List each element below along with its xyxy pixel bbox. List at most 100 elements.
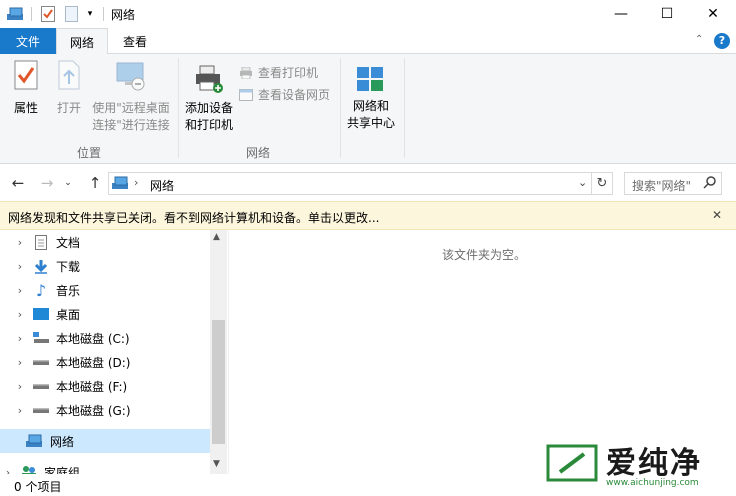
open-icon [57, 60, 86, 93]
expand-chevron-icon[interactable]: › [14, 284, 26, 297]
nav-item-homegroup[interactable]: › 家庭组 [0, 460, 210, 474]
maximize-button[interactable]: ☐ [644, 0, 690, 28]
webpage-small-icon [239, 88, 253, 101]
scroll-up-icon[interactable]: ▲ [213, 232, 220, 242]
drive-icon [32, 378, 50, 394]
nav-item-documents[interactable]: › 文档 [0, 230, 210, 254]
search-input[interactable]: 搜索"网络" [624, 172, 722, 195]
refresh-icon[interactable]: ↻ [591, 172, 613, 195]
group-separator [178, 58, 179, 158]
item-count: 0 个项目 [14, 480, 62, 494]
add-device-button[interactable]: 添加设备 和打印机 [182, 64, 236, 132]
watermark-brand: 爱纯净 [606, 446, 702, 481]
nav-item-label: 本地磁盘 (D:) [56, 355, 131, 370]
expand-chevron-icon[interactable]: › [2, 466, 14, 475]
nav-item-label: 家庭组 [44, 465, 81, 475]
address-bar[interactable]: › 网络 ⌄ [108, 172, 613, 195]
properties-button[interactable]: 属性 [8, 60, 44, 115]
remote-desktop-label-line1: 使用"远程桌面 [92, 101, 170, 115]
sharing-center-button[interactable]: 网络和 共享中心 [343, 66, 399, 130]
view-printers-button[interactable]: 查看打印机 [239, 64, 318, 81]
breadcrumb-network[interactable]: 网络 [150, 177, 174, 194]
address-row: ← → ⌄ ↑ › 网络 ⌄ ↻ 搜索"网络" [0, 165, 736, 201]
nav-scrollbar[interactable]: ▲ ▼ [210, 230, 227, 474]
expand-chevron-icon[interactable]: › [14, 260, 26, 273]
group-separator [340, 58, 341, 158]
download-icon [32, 258, 50, 274]
remote-desktop-button[interactable]: 使用"远程桌面 连接"进行连接 [90, 60, 172, 132]
separator [31, 7, 32, 21]
expand-chevron-icon[interactable]: › [14, 404, 26, 417]
expand-chevron-icon[interactable]: › [14, 332, 26, 345]
scrollbar-thumb[interactable] [212, 320, 225, 444]
title-bar: ▾ 网络 — ☐ ✕ [0, 0, 736, 28]
tab-file[interactable]: 文件 [0, 28, 56, 55]
drive-icon [32, 354, 50, 370]
view-device-webpage-label: 查看设备网页 [258, 88, 331, 102]
info-bar-close-icon[interactable]: ✕ [712, 208, 722, 222]
tab-view[interactable]: 查看 [108, 28, 162, 55]
nav-item-label: 文档 [56, 235, 81, 250]
network-group-label: 网络 [246, 146, 271, 160]
expand-chevron-icon[interactable]: › [14, 380, 26, 393]
desktop-icon [32, 306, 50, 322]
location-group-label: 位置 [77, 146, 102, 160]
add-device-label-line1: 添加设备 [184, 101, 233, 115]
search-placeholder: 搜索"网络" [632, 179, 692, 193]
empty-folder-message: 该文件夹为空。 [442, 248, 527, 262]
scroll-down-icon[interactable]: ▼ [213, 459, 220, 469]
address-dropdown-icon[interactable]: ⌄ [578, 176, 587, 189]
sharing-center-label-line1: 网络和 [352, 99, 389, 113]
nav-item-music[interactable]: › ♪ 音乐 [0, 278, 210, 302]
nav-item-network[interactable]: 网络 [0, 429, 210, 453]
close-button[interactable]: ✕ [690, 0, 736, 28]
nav-item-label: 桌面 [56, 307, 81, 322]
printer-icon [194, 64, 236, 97]
nav-item-label: 音乐 [56, 283, 81, 298]
up-button[interactable]: ↑ [84, 173, 106, 193]
drive-icon [32, 402, 50, 418]
network-folder-icon [6, 4, 26, 24]
expand-chevron-icon[interactable]: › [14, 308, 26, 321]
homegroup-icon [20, 464, 38, 474]
group-separator [404, 58, 405, 158]
view-device-webpage-button[interactable]: 查看设备网页 [239, 86, 330, 103]
back-button[interactable]: ← [7, 173, 29, 193]
help-icon[interactable]: ? [714, 33, 730, 49]
network-icon [26, 433, 44, 449]
nav-item-label: 下载 [56, 259, 81, 274]
minimize-button[interactable]: — [598, 0, 644, 28]
tab-network[interactable]: 网络 [56, 28, 108, 55]
window-title: 网络 [111, 8, 136, 22]
network-location-icon [112, 176, 130, 193]
nav-item-label: 网络 [50, 434, 75, 449]
add-device-label-line2: 和打印机 [184, 118, 233, 132]
nav-item-label: 本地磁盘 (G:) [56, 403, 131, 418]
forward-button[interactable]: → [36, 173, 58, 193]
info-bar-message[interactable]: 网络发现和文件共享已关闭。看不到网络计算机和设备。单击以更改... [8, 209, 379, 226]
expand-chevron-icon[interactable]: › [14, 236, 26, 249]
nav-item-desktop[interactable]: › 桌面 [0, 302, 210, 326]
collapse-ribbon-icon[interactable]: ⌃ [695, 34, 703, 45]
watermark-logo: 爱纯净 www.aichunjing.com [540, 434, 730, 494]
properties-quick-icon[interactable] [38, 4, 58, 24]
open-button[interactable]: 打开 [52, 60, 86, 115]
new-folder-quick-icon[interactable] [62, 4, 80, 24]
nav-item-drive-g[interactable]: › 本地磁盘 (G:) [0, 398, 210, 422]
customize-quick-access-icon[interactable]: ▾ [83, 4, 97, 24]
recent-locations-icon[interactable]: ⌄ [61, 173, 75, 193]
nav-item-downloads[interactable]: › 下载 [0, 254, 210, 278]
nav-item-drive-f[interactable]: › 本地磁盘 (F:) [0, 374, 210, 398]
ribbon: 属性 打开 使用"远程桌面 连接"进行连接 位置 添加设备 和打印机 查看打印机 [0, 54, 736, 164]
info-bar[interactable]: 网络发现和文件共享已关闭。看不到网络计算机和设备。单击以更改... ✕ [0, 201, 736, 230]
watermark-url: www.aichunjing.com [606, 478, 699, 488]
nav-item-drive-c[interactable]: › 本地磁盘 (C:) [0, 326, 210, 350]
nav-item-label: 本地磁盘 (C:) [56, 331, 130, 346]
properties-label: 属性 [13, 101, 38, 115]
sharing-center-icon [356, 66, 399, 95]
expand-chevron-icon[interactable]: › [14, 356, 26, 369]
breadcrumb-chevron-icon[interactable]: › [134, 176, 138, 189]
nav-item-drive-d[interactable]: › 本地磁盘 (D:) [0, 350, 210, 374]
music-icon: ♪ [35, 280, 47, 300]
watermark-logo-icon [545, 443, 599, 483]
